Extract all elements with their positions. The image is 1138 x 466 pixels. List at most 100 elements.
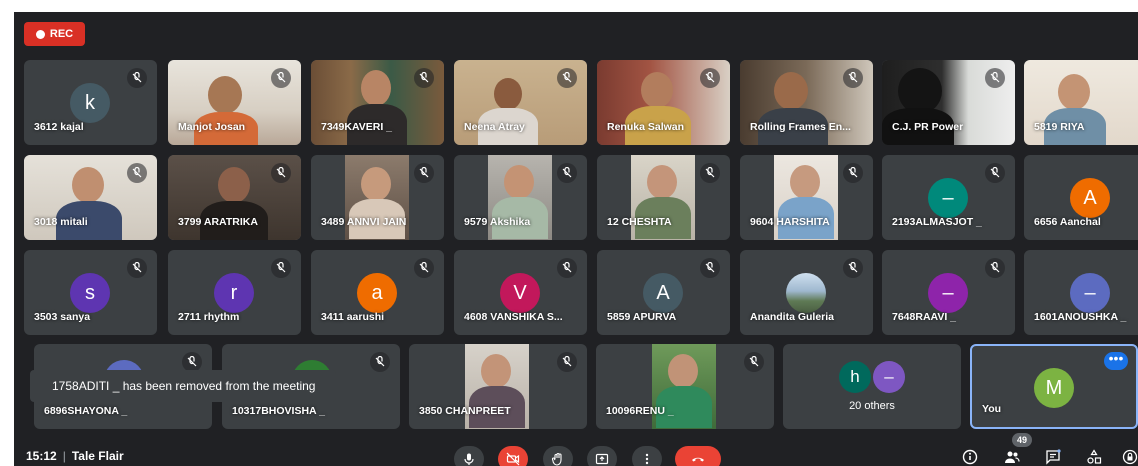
participant-tile[interactable]: 3489 ANNVI JAIN	[311, 155, 444, 240]
mic-muted-icon	[271, 163, 291, 183]
recording-indicator: REC	[24, 22, 85, 46]
participant-name: 7648RAAVI _	[892, 311, 957, 323]
participant-tile[interactable]: V 4608 VANSHIKA S...	[454, 250, 587, 335]
participant-tile[interactable]: 9604 HARSHITA	[740, 155, 873, 240]
participant-name: 3612 kajal	[34, 121, 84, 133]
others-avatars: h –	[839, 361, 905, 393]
avatar-photo	[786, 273, 826, 313]
hang-up-button[interactable]	[675, 446, 721, 466]
mic-muted-icon	[985, 68, 1005, 88]
mic-muted-icon	[271, 258, 291, 278]
participant-name: Renuka Salwan	[607, 121, 685, 133]
participant-tile[interactable]: A 6656 Aanchal	[1024, 155, 1138, 240]
mic-muted-icon	[414, 163, 434, 183]
participant-name: 7349KAVERI _	[321, 121, 393, 133]
participant-tile[interactable]: a 3411 aarushi	[311, 250, 444, 335]
avatar: –	[873, 361, 905, 393]
participant-tile[interactable]: 3018 mitali	[24, 155, 157, 240]
people-button[interactable]	[1002, 448, 1022, 466]
avatar: –	[928, 273, 968, 313]
raise-hand-icon	[551, 452, 562, 466]
participant-name: 2711 rhythm	[178, 311, 240, 323]
participant-tile[interactable]: Manjot Josan	[168, 60, 301, 145]
participant-name: 10317BHOVISHA _	[232, 405, 325, 417]
others-tile[interactable]: h – 20 others	[783, 344, 961, 429]
participant-name: 4608 VANSHIKA S...	[464, 311, 563, 323]
participant-tile[interactable]: r 2711 rhythm	[168, 250, 301, 335]
chat-button[interactable]	[1043, 448, 1063, 466]
mic-muted-icon	[700, 258, 720, 278]
participant-name: Manjot Josan	[178, 121, 246, 133]
more-options-icon[interactable]: •••	[1104, 351, 1128, 370]
participant-name: 3503 sanya	[34, 311, 91, 323]
mic-muted-icon	[557, 163, 577, 183]
avatar: V	[500, 273, 540, 313]
lock-icon	[1122, 449, 1138, 465]
participant-tile[interactable]: Anandita Guleria	[740, 250, 873, 335]
participant-tile[interactable]: Neena Atray	[454, 60, 587, 145]
avatar: h	[839, 361, 871, 393]
self-tile[interactable]: M ••• You	[970, 344, 1138, 429]
participant-tile[interactable]: – 1601ANOUSHKA _	[1024, 250, 1138, 335]
participant-tile[interactable]: 10096RENU _	[596, 344, 774, 429]
participant-name: 12 CHESHTA	[607, 216, 672, 228]
mic-muted-icon	[127, 68, 147, 88]
avatar: A	[1070, 178, 1110, 218]
record-dot-icon	[35, 29, 45, 39]
notification-text: 1758ADITI _ has been removed from the me…	[52, 379, 316, 393]
participant-tile[interactable]: 3799 ARATRIKA	[168, 155, 301, 240]
participant-name: 3489 ANNVI JAIN	[321, 216, 407, 228]
mic-muted-icon	[557, 258, 577, 278]
mic-icon	[464, 453, 474, 465]
participant-name: 1601ANOUSHKA _	[1034, 311, 1127, 323]
more-options-button[interactable]	[632, 446, 662, 466]
mic-muted-icon	[414, 68, 434, 88]
activities-button[interactable]	[1084, 448, 1104, 466]
mic-muted-icon	[414, 258, 434, 278]
clock-time: 15:12	[26, 449, 57, 463]
participant-name: 6656 Aanchal	[1034, 216, 1101, 228]
raise-hand-button[interactable]	[543, 446, 573, 466]
mic-muted-icon	[557, 68, 577, 88]
avatar: k	[70, 83, 110, 123]
mic-button[interactable]	[454, 446, 484, 466]
avatar: A	[643, 273, 683, 313]
mic-muted-icon	[182, 352, 202, 372]
more-options-icon	[645, 453, 649, 465]
camera-button[interactable]	[498, 446, 528, 466]
participant-tile[interactable]: 5819 RIYA	[1024, 60, 1138, 145]
participant-name: 3850 CHANPREET	[419, 405, 511, 417]
meet-window: REC k 3612 kajal Manjot Josan 7349KAVERI…	[14, 12, 1138, 466]
participant-name: 3799 ARATRIKA	[178, 216, 258, 228]
participant-tile[interactable]: – 2193ALMASJOT _	[882, 155, 1015, 240]
participant-tile[interactable]: 9579 Akshika	[454, 155, 587, 240]
host-controls-button[interactable]	[1120, 448, 1138, 466]
participant-tile[interactable]: s 3503 sanya	[24, 250, 157, 335]
participant-tile[interactable]: Renuka Salwan	[597, 60, 730, 145]
meeting-name: Tale Flair	[71, 449, 124, 463]
mic-muted-icon	[127, 258, 147, 278]
participant-tile[interactable]: Rolling Frames En...	[740, 60, 873, 145]
people-count-badge: 49	[1012, 433, 1032, 447]
participant-name: 2193ALMASJOT _	[892, 216, 982, 228]
participant-tile[interactable]: 7349KAVERI _	[311, 60, 444, 145]
activities-icon	[1087, 449, 1102, 464]
participant-name: C.J. PR Power	[892, 121, 964, 133]
meeting-details-button[interactable]	[960, 448, 980, 466]
participant-tile[interactable]: A 5859 APURVA	[597, 250, 730, 335]
participant-tile[interactable]: C.J. PR Power	[882, 60, 1015, 145]
avatar: –	[1070, 273, 1110, 313]
participant-tile[interactable]: 12 CHESHTA	[597, 155, 730, 240]
participant-name: 5859 APURVA	[607, 311, 677, 323]
avatar: s	[70, 273, 110, 313]
present-icon	[595, 453, 609, 465]
others-label: 20 others	[849, 400, 895, 412]
participant-name: Neena Atray	[464, 121, 525, 133]
mic-muted-icon	[127, 163, 147, 183]
participant-name: 10096RENU _	[606, 405, 674, 417]
present-button[interactable]	[587, 446, 617, 466]
participant-tile[interactable]: k 3612 kajal	[24, 60, 157, 145]
participant-tile[interactable]: 3850 CHANPREET	[409, 344, 587, 429]
mic-muted-icon	[985, 163, 1005, 183]
participant-tile[interactable]: – 7648RAAVI _	[882, 250, 1015, 335]
